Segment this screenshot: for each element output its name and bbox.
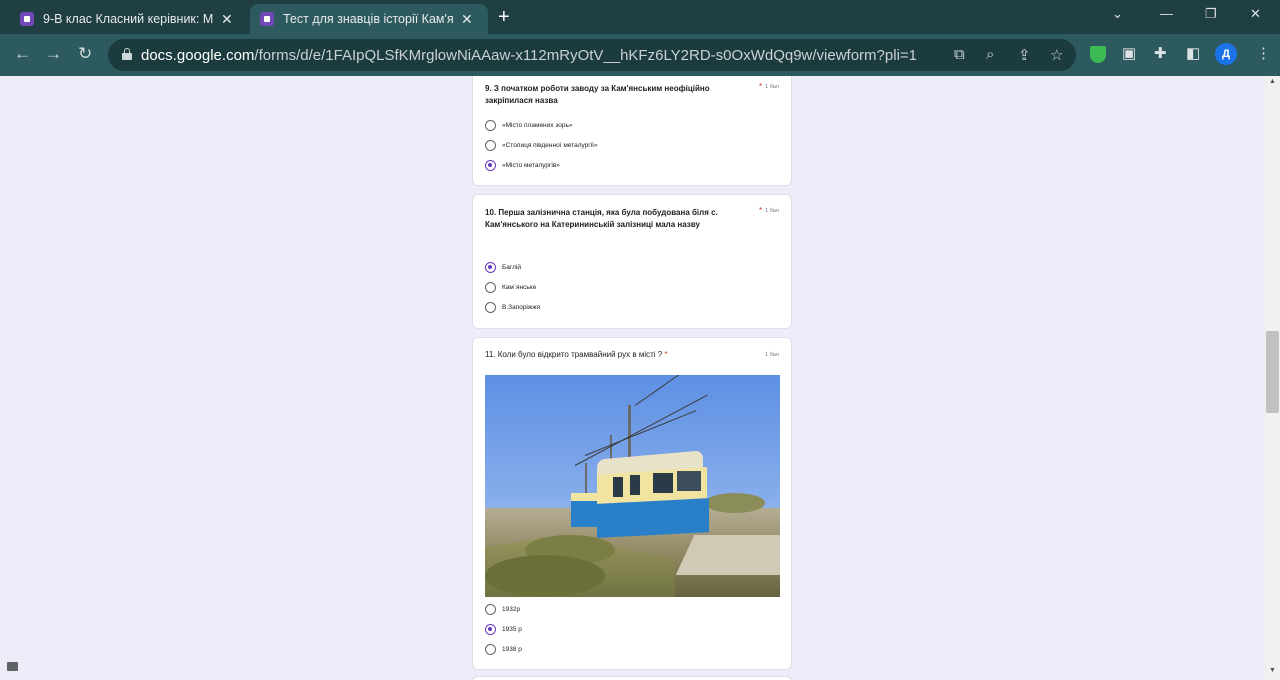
option[interactable]: Кам`янське bbox=[485, 281, 536, 293]
new-tab-button[interactable]: + bbox=[498, 6, 510, 29]
question-card-11: 11. Коли було відкрито трамвайний рух в … bbox=[472, 337, 792, 670]
scroll-up-icon[interactable]: ▲ bbox=[1269, 78, 1276, 85]
option-label: 1938 р bbox=[502, 645, 522, 653]
option[interactable]: Баглій bbox=[485, 261, 521, 273]
tram-photo bbox=[485, 375, 780, 597]
question-card-10: 10. Перша залізнична станція, яка була п… bbox=[472, 194, 792, 329]
adblock-shield-icon[interactable] bbox=[1090, 46, 1106, 63]
avatar[interactable]: Д bbox=[1215, 43, 1237, 65]
bookmark-star-icon[interactable]: ☆ bbox=[1050, 46, 1063, 64]
required-mark: * bbox=[664, 350, 668, 359]
scrollbar-thumb[interactable] bbox=[1266, 331, 1279, 413]
zoom-icon[interactable]: ⌕ bbox=[986, 46, 994, 63]
close-icon[interactable]: ✕ bbox=[221, 11, 233, 28]
tab-title: 9-В клас Класний керівник: Ма bbox=[43, 12, 213, 26]
url-text[interactable]: docs.google.com/forms/d/e/1FAIpQLSfKMrgl… bbox=[141, 47, 917, 64]
radio-button[interactable] bbox=[485, 301, 496, 313]
scroll-down-icon[interactable]: ▼ bbox=[1269, 667, 1276, 674]
browser-toolbar: ← → ↻ docs.google.com/forms/d/e/1FAIpQLS… bbox=[0, 34, 1280, 76]
question-title: 11. Коли було відкрито трамвайний рух в … bbox=[485, 350, 668, 359]
radio-button[interactable] bbox=[485, 139, 496, 151]
question-card-next bbox=[472, 676, 792, 680]
menu-icon[interactable]: ⋮ bbox=[1256, 44, 1271, 62]
tab-title: Тест для знавців історії Кам'янс bbox=[283, 12, 453, 26]
lock-icon bbox=[122, 48, 132, 60]
question-title: 9. З початком роботи заводу за Кам'янськ… bbox=[485, 84, 710, 105]
report-issue-icon[interactable] bbox=[7, 662, 18, 671]
radio-button-selected[interactable] bbox=[485, 261, 496, 273]
radio-button-selected[interactable] bbox=[485, 623, 496, 635]
forward-icon[interactable]: → bbox=[45, 44, 62, 64]
radio-button[interactable] bbox=[485, 643, 496, 655]
option-label: Баглій bbox=[502, 263, 521, 271]
extension-icon[interactable]: ▣ bbox=[1122, 44, 1136, 62]
tab-strip: 9-В клас Класний керівник: Ма ✕ Тест для… bbox=[0, 0, 1280, 34]
radio-button[interactable] bbox=[485, 281, 496, 293]
option[interactable]: 1935 р bbox=[485, 623, 522, 635]
option[interactable]: 1938 р bbox=[485, 643, 522, 655]
option-label: «Місто пламених зорь» bbox=[502, 121, 573, 129]
tab-search-icon[interactable]: ⌄ bbox=[1112, 6, 1123, 22]
question-title: 10. Перша залізнична станція, яка була п… bbox=[485, 208, 718, 229]
radio-button[interactable] bbox=[485, 603, 496, 615]
option-label: «Столиця південної металургії» bbox=[502, 141, 598, 149]
share-icon[interactable]: ⇪ bbox=[1018, 46, 1031, 64]
option-label: 1935 р bbox=[502, 625, 522, 633]
option[interactable]: 1932р bbox=[485, 603, 520, 615]
address-bar[interactable]: docs.google.com/forms/d/e/1FAIpQLSfKMrgl… bbox=[108, 39, 1076, 71]
tab-class-teacher[interactable]: 9-В клас Класний керівник: Ма ✕ bbox=[10, 4, 246, 34]
question-card-9: 9. З початком роботи заводу за Кам'янськ… bbox=[472, 76, 792, 186]
form-page: 9. З початком роботи заводу за Кам'янськ… bbox=[0, 76, 1280, 680]
option-label: 1932р bbox=[502, 605, 521, 613]
restore-icon[interactable]: ❐ bbox=[1205, 6, 1217, 22]
close-icon[interactable]: ✕ bbox=[461, 11, 473, 28]
close-window-icon[interactable]: ✕ bbox=[1250, 6, 1261, 22]
puzzle-icon[interactable]: ✚ bbox=[1154, 44, 1167, 62]
points-label: 1 бал bbox=[765, 84, 779, 90]
points-label: 1 бал bbox=[765, 208, 779, 214]
option-label: Кам`янське bbox=[502, 283, 537, 291]
required-mark: * bbox=[759, 82, 763, 91]
classroom-icon bbox=[20, 12, 34, 26]
translate-icon[interactable]: ⧉ bbox=[954, 46, 965, 63]
reload-icon[interactable]: ↻ bbox=[78, 44, 92, 64]
option[interactable]: «Місто пламених зорь» bbox=[485, 119, 572, 131]
scrollbar[interactable]: ▲ ▼ bbox=[1265, 76, 1280, 680]
forms-icon bbox=[260, 12, 274, 26]
back-icon[interactable]: ← bbox=[14, 44, 31, 64]
option[interactable]: «Столиця південної металургії» bbox=[485, 139, 598, 151]
option-label: В.Запоріжжя bbox=[502, 303, 541, 311]
radio-button[interactable] bbox=[485, 119, 496, 131]
points-label: 1 бал bbox=[765, 352, 779, 358]
required-mark: * bbox=[759, 206, 763, 215]
option[interactable]: В.Запоріжжя bbox=[485, 301, 540, 313]
side-panel-icon[interactable]: ◧ bbox=[1186, 44, 1200, 62]
tab-history-test[interactable]: Тест для знавців історії Кам'янс ✕ bbox=[250, 4, 488, 34]
option-label: «Місто металургів» bbox=[502, 161, 560, 169]
radio-button-selected[interactable] bbox=[485, 159, 496, 171]
option[interactable]: «Місто металургів» bbox=[485, 159, 560, 171]
minimize-icon[interactable]: — bbox=[1160, 6, 1173, 21]
